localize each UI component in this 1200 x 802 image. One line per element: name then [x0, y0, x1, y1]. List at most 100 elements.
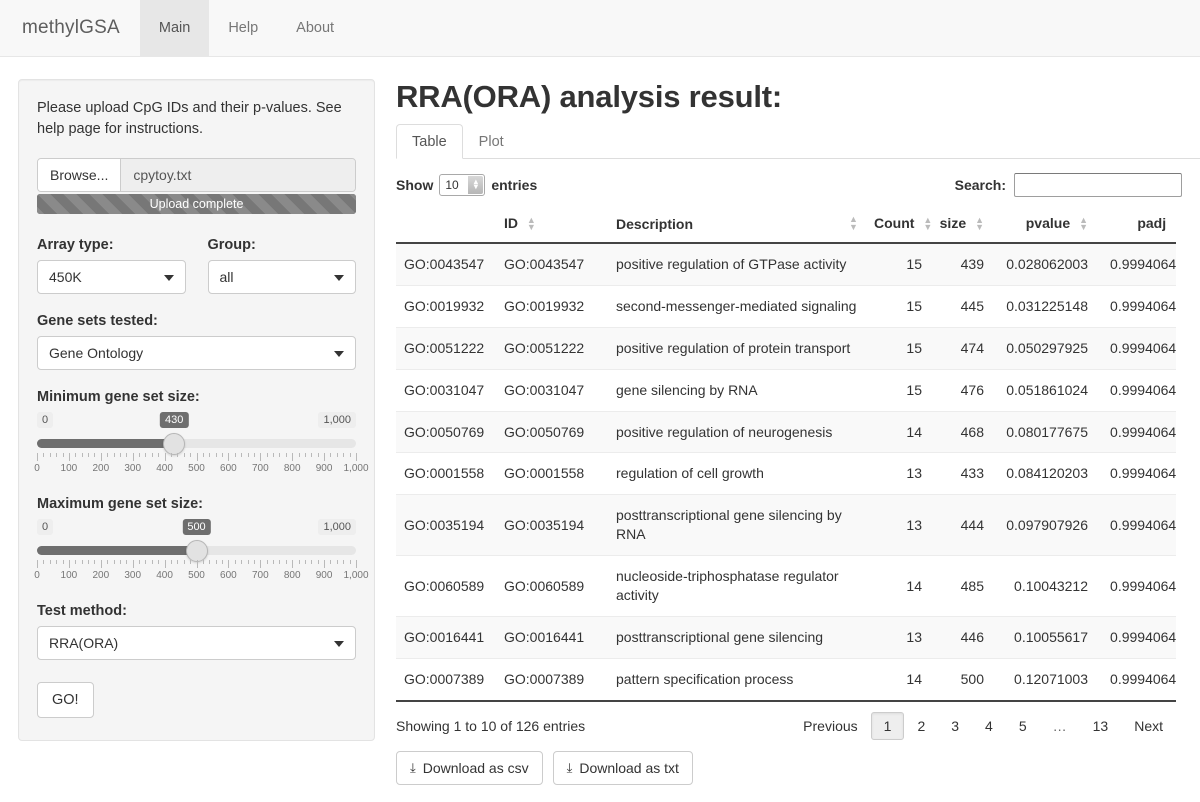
pvalue-cell: 0.084120203	[992, 452, 1096, 496]
test-method-label: Test method:	[37, 603, 127, 620]
max-size-fill	[37, 546, 197, 556]
gene-sets-value: Gene Ontology	[49, 345, 144, 362]
table-row[interactable]: GO:0007389 GO:0007389 pattern specificatio…	[396, 658, 1176, 702]
slider-tick-label: 400	[156, 570, 173, 582]
description-cell: nucleoside-triphosphatase regulator acti…	[608, 555, 866, 617]
pagination-13[interactable]: 13	[1080, 712, 1122, 740]
results-table-wrap: ID ▲ ▼ Description ▲ ▼ Count ▲ ▼ size ▲ …	[396, 209, 1176, 702]
table-header-row: ID ▲ ▼ Description ▲ ▼ Count ▲ ▼ size ▲ …	[396, 209, 1176, 244]
page-title: RRA(ORA) analysis result:	[396, 79, 783, 114]
size-cell: 433	[930, 452, 992, 496]
download-txt-button[interactable]: ⤓ Download as txt	[552, 750, 693, 785]
table-row[interactable]: GO:0043547 GO:0043547 positive regulation …	[396, 242, 1176, 286]
file-input-row[interactable]: Browse... cpytoy.txt	[37, 158, 356, 193]
download-csv-button[interactable]: ⤓ Download as csv	[396, 750, 543, 785]
sort-icon: ▲▼	[849, 213, 858, 232]
min-size-value-bubble: 430	[159, 412, 189, 429]
nav-link-help[interactable]: Help	[209, 0, 277, 56]
rowname-cell: GO:0019932	[396, 285, 496, 328]
nav-link-main[interactable]: Main	[139, 0, 210, 56]
max-size-tickmarks	[37, 560, 357, 569]
nav-link-about[interactable]: About	[277, 0, 353, 56]
table-row[interactable]: GO:0050769 GO:0050769 positive regulation …	[396, 411, 1176, 454]
pagination-3[interactable]: 3	[938, 712, 972, 740]
results-table: ID ▲ ▼ Description ▲ ▼ Count ▲ ▼ size ▲ …	[396, 209, 1176, 702]
slider-tick-label: 900	[315, 463, 333, 475]
test-method-select[interactable]: RRA(ORA)	[37, 626, 356, 661]
pagination-4[interactable]: 4	[972, 712, 1006, 740]
id-cell: GO:0007389	[496, 658, 608, 702]
table-head: ID ▲ ▼ Description ▲ ▼ Count ▲ ▼ size ▲ …	[396, 209, 1176, 244]
description-cell: posttranscriptional gene silencing	[608, 616, 866, 659]
rowname-cell: GO:0035194	[396, 494, 496, 557]
array-type-select[interactable]: 450K	[37, 260, 186, 295]
description-cell: regulation of cell growth	[608, 452, 866, 496]
col-header-rowname[interactable]	[396, 209, 496, 244]
browse-button[interactable]: Browse...	[38, 159, 122, 192]
slider-tick-label: 600	[220, 570, 237, 582]
table-body: GO:0043547 GO:0043547 positive regulation …	[396, 242, 1176, 702]
col-header-description[interactable]: Description ▲ ▼	[608, 209, 866, 244]
id-cell: GO:0050769	[496, 411, 608, 454]
max-size-value-bubble: 500	[182, 519, 211, 536]
pvalue-cell: 0.12071003	[992, 658, 1096, 702]
table-row[interactable]: GO:0016441 GO:0016441 posttranscriptional …	[396, 616, 1176, 659]
pagination-: …	[1052, 717, 1067, 734]
table-row[interactable]: GO:0001558 GO:0001558 regulation of cell g…	[396, 452, 1176, 496]
group-select[interactable]: all	[207, 260, 356, 295]
col-header-count[interactable]: Count ▲ ▼	[866, 209, 932, 244]
slider-tick-label: 500	[188, 570, 205, 582]
max-size-track-wrap[interactable]	[37, 540, 356, 563]
description-cell: positive regulation of protein transport	[608, 327, 866, 370]
slider-tick-label: 700	[251, 463, 269, 475]
col-header-size[interactable]: size ▲ ▼	[930, 209, 992, 244]
padj-cell: 0.99940649	[1096, 452, 1176, 496]
slider-tick-label: 0	[34, 570, 40, 582]
sidebar-column: Please upload CpG IDs and their p-values…	[0, 79, 390, 802]
tab-plot[interactable]: Plot	[463, 124, 520, 159]
group-value: all	[219, 269, 234, 286]
pagination-5[interactable]: 5	[1006, 712, 1040, 740]
table-row[interactable]: GO:0019932 GO:0019932 second-messenger-med…	[396, 285, 1176, 328]
description-cell: second-messenger-mediated signaling	[608, 285, 866, 328]
max-size-thumb[interactable]	[185, 540, 208, 563]
show-entries-suffix: entries	[491, 177, 538, 193]
stepper-icon[interactable]: ▴ ▾	[468, 176, 484, 194]
table-row[interactable]: GO:0060589 GO:0060589 nucleoside-triphosph…	[396, 555, 1176, 617]
slider-tick-label: 700	[251, 570, 269, 582]
app-brand[interactable]: methylGSA	[0, 0, 140, 56]
search-control: Search:	[955, 173, 1182, 197]
size-cell: 445	[930, 285, 992, 328]
download-icon: ⤓	[410, 760, 416, 776]
download-csv-label: Download as csv	[422, 759, 529, 776]
chevron-down-icon	[334, 275, 344, 282]
max-size-slider[interactable]: 0 500 1,000 0 100 200 300 400 500 600 700 800 900…	[34, 519, 369, 584]
max-size-max-label: 1,000	[318, 519, 356, 536]
min-size-thumb[interactable]	[163, 433, 186, 456]
description-cell: positive regulation of GTPase activity	[608, 242, 866, 286]
go-button[interactable]: GO!	[37, 682, 94, 719]
count-cell: 13	[866, 494, 930, 557]
id-cell: GO:0035194	[496, 494, 608, 557]
pagination-2[interactable]: 2	[904, 712, 938, 740]
pagination-1[interactable]: 1	[870, 711, 905, 740]
rowname-cell: GO:0007389	[396, 658, 496, 702]
table-row[interactable]: GO:0051222 GO:0051222 positive regulation …	[396, 327, 1176, 370]
min-size-label: Minimum gene set size:	[37, 389, 200, 406]
col-header-padj[interactable]: padj ▲▼	[1096, 209, 1176, 244]
table-row[interactable]: GO:0035194 GO:0035194 posttranscriptional …	[396, 494, 1176, 557]
pagination-next[interactable]: Next	[1121, 712, 1176, 740]
pagination-previous[interactable]: Previous	[790, 712, 870, 740]
gene-sets-select[interactable]: Gene Ontology	[37, 336, 356, 371]
col-header-id[interactable]: ID ▲ ▼	[496, 209, 608, 244]
search-input[interactable]	[1014, 173, 1182, 197]
slider-tick-label: 200	[92, 463, 110, 475]
col-header-pvalue[interactable]: pvalue ▲ ▼	[992, 209, 1096, 244]
tab-table[interactable]: Table	[396, 124, 463, 159]
table-row[interactable]: GO:0031047 GO:0031047 gene silencing by RN…	[396, 369, 1176, 412]
main-column: RRA(ORA) analysis result: Table Plot Sho…	[390, 79, 1200, 802]
min-size-track-wrap[interactable]	[37, 433, 356, 456]
entries-per-page-select[interactable]: 10 ▴ ▾	[439, 174, 486, 196]
min-size-slider[interactable]: 0 430 1,000 0 100 200 300 400 500 600 700 800 900…	[34, 412, 369, 477]
slider-tick-label: 800	[283, 463, 301, 475]
